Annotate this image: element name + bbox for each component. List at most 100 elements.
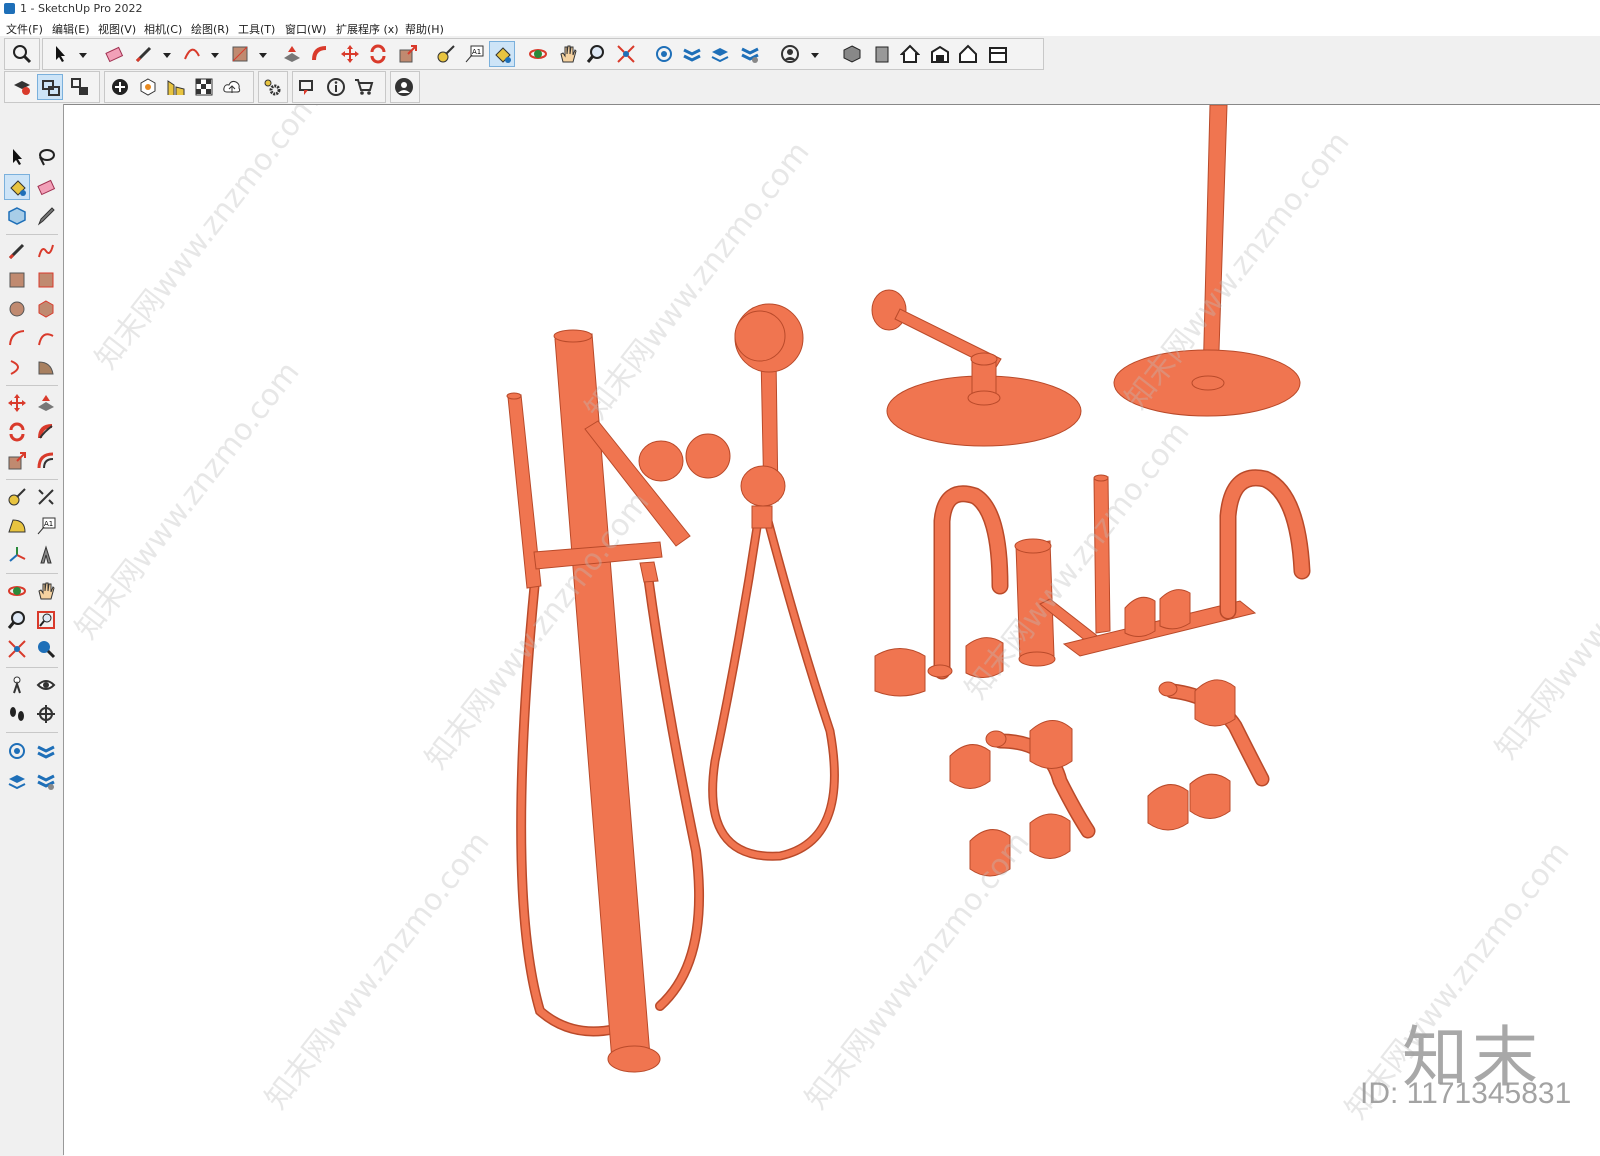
- eraser-icon[interactable]: [33, 174, 59, 200]
- settings-gear-icon[interactable]: [259, 74, 285, 100]
- cloud-upload-icon[interactable]: [219, 74, 245, 100]
- line-dropdown-icon[interactable]: [163, 53, 171, 58]
- 3d-text-icon[interactable]: [33, 542, 59, 568]
- previous-view-icon[interactable]: [33, 636, 59, 662]
- extension-warehouse-icon[interactable]: [33, 738, 59, 764]
- menu-edit[interactable]: 编辑(E): [52, 21, 90, 37]
- move-icon[interactable]: [337, 41, 363, 67]
- front-view-icon[interactable]: [869, 41, 895, 67]
- menu-extensions[interactable]: 扩展程序 (x): [336, 21, 399, 37]
- sample-paint-icon[interactable]: [33, 203, 59, 229]
- orbit-icon[interactable]: [525, 41, 551, 67]
- scale-icon[interactable]: [4, 448, 30, 474]
- circle-icon[interactable]: [4, 296, 30, 322]
- rotate-icon[interactable]: [365, 41, 391, 67]
- account-icon[interactable]: [777, 41, 803, 67]
- right-view-icon[interactable]: [927, 41, 953, 67]
- menu-view[interactable]: 视图(V): [98, 21, 136, 37]
- photo-texture-icon[interactable]: [191, 74, 217, 100]
- tape-measure-icon[interactable]: [4, 484, 30, 510]
- select-arrow-icon[interactable]: [4, 144, 30, 170]
- search-icon[interactable]: [9, 41, 35, 67]
- scenes-icon[interactable]: [67, 74, 93, 100]
- menu-help[interactable]: 帮助(H): [405, 21, 444, 37]
- make-component-icon[interactable]: [4, 203, 30, 229]
- arc-icon[interactable]: [179, 41, 205, 67]
- pan-hand-icon[interactable]: [555, 41, 581, 67]
- account-dropdown-icon[interactable]: [811, 53, 819, 58]
- protractor-icon[interactable]: [4, 513, 30, 539]
- layers-send-icon[interactable]: [707, 41, 733, 67]
- back-view-icon[interactable]: [955, 41, 981, 67]
- info-icon[interactable]: [323, 74, 349, 100]
- zoom-window-icon[interactable]: [33, 607, 59, 633]
- floor-standing-bath-mixer: [506, 329, 731, 1073]
- arc-icon[interactable]: [4, 325, 30, 351]
- menu-file[interactable]: 文件(F): [6, 21, 43, 37]
- pan-hand-icon[interactable]: [33, 578, 59, 604]
- extension-manager-icon[interactable]: [33, 768, 59, 794]
- position-camera-icon[interactable]: [4, 672, 30, 698]
- three-point-arc-icon[interactable]: [4, 354, 30, 380]
- scale-icon[interactable]: [395, 41, 421, 67]
- axes-icon[interactable]: [4, 542, 30, 568]
- offset-icon[interactable]: [33, 448, 59, 474]
- arc-dropdown-icon[interactable]: [211, 53, 219, 58]
- layers-send-icon[interactable]: [4, 768, 30, 794]
- section-plane-icon[interactable]: [33, 701, 59, 727]
- paint-bucket-icon[interactable]: [4, 174, 30, 200]
- text-tool-icon[interactable]: A1: [461, 41, 487, 67]
- user-profile-icon[interactable]: [391, 74, 417, 100]
- two-point-arc-icon[interactable]: [33, 325, 59, 351]
- warehouse-icon[interactable]: [4, 738, 30, 764]
- follow-me-icon[interactable]: [33, 419, 59, 445]
- menu-camera[interactable]: 相机(C): [144, 21, 182, 37]
- home-view-icon[interactable]: [897, 41, 923, 67]
- dimension-icon[interactable]: [33, 484, 59, 510]
- rotate-icon[interactable]: [4, 419, 30, 445]
- shopping-cart-icon[interactable]: [351, 74, 377, 100]
- menu-draw[interactable]: 绘图(R): [191, 21, 229, 37]
- pie-icon[interactable]: [33, 354, 59, 380]
- rotated-rectangle-icon[interactable]: [33, 267, 59, 293]
- look-around-eye-icon[interactable]: [33, 672, 59, 698]
- text-tool-icon[interactable]: A1: [33, 513, 59, 539]
- terrain-icon[interactable]: [163, 74, 189, 100]
- menu-window[interactable]: 窗口(W): [285, 21, 326, 37]
- zoom-extents-icon[interactable]: [4, 636, 30, 662]
- orbit-icon[interactable]: [4, 578, 30, 604]
- rectangle-icon[interactable]: [227, 41, 253, 67]
- follow-me-icon[interactable]: [307, 41, 333, 67]
- walk-footsteps-icon[interactable]: [4, 701, 30, 727]
- messages-icon[interactable]: [295, 74, 321, 100]
- pencil-line-icon[interactable]: [131, 41, 157, 67]
- rectangle-icon[interactable]: [4, 267, 30, 293]
- tape-measure-icon[interactable]: [433, 41, 459, 67]
- menu-tools[interactable]: 工具(T): [238, 21, 275, 37]
- zoom-extents-icon[interactable]: [613, 41, 639, 67]
- pencil-line-icon[interactable]: [4, 238, 30, 264]
- polygon-icon[interactable]: [33, 296, 59, 322]
- extension-warehouse-icon[interactable]: [679, 41, 705, 67]
- move-icon[interactable]: [4, 390, 30, 416]
- left-view-icon[interactable]: [985, 41, 1011, 67]
- rectangle-dropdown-icon[interactable]: [259, 53, 267, 58]
- eraser-icon[interactable]: [101, 41, 127, 67]
- extension-manager-icon[interactable]: [737, 41, 763, 67]
- model-info-icon[interactable]: [9, 74, 35, 100]
- push-pull-icon[interactable]: [279, 41, 305, 67]
- select-dropdown-icon[interactable]: [79, 53, 87, 58]
- drawing-viewport[interactable]: .m { fill:#f07550; stroke:#b94a2a; strok…: [64, 104, 1600, 1156]
- zoom-icon[interactable]: [4, 607, 30, 633]
- warehouse-icon[interactable]: [651, 41, 677, 67]
- add-location-icon[interactable]: [107, 74, 133, 100]
- freehand-icon[interactable]: [33, 238, 59, 264]
- geo-location-icon[interactable]: [135, 74, 161, 100]
- select-arrow-icon[interactable]: [47, 41, 73, 67]
- lasso-select-icon[interactable]: [33, 144, 59, 170]
- iso-view-icon[interactable]: [839, 41, 865, 67]
- paint-bucket-icon[interactable]: [489, 41, 515, 67]
- component-icon[interactable]: [37, 74, 63, 100]
- push-pull-icon[interactable]: [33, 390, 59, 416]
- zoom-icon[interactable]: [583, 41, 609, 67]
